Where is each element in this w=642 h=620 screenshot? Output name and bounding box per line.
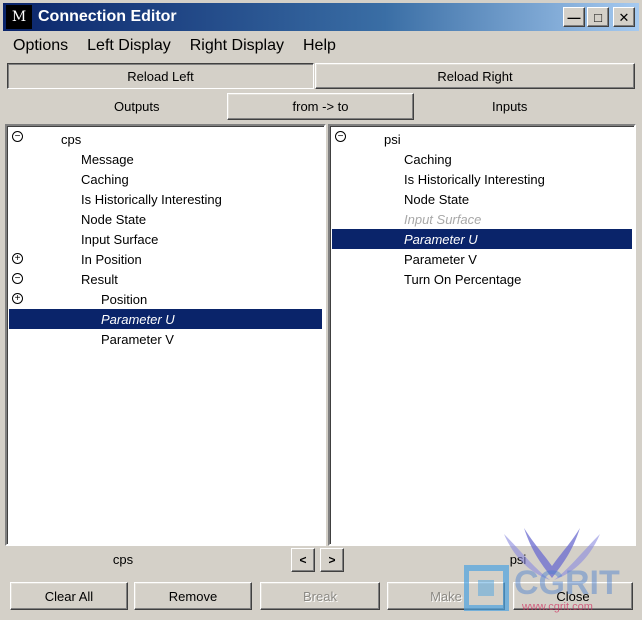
menu-right-display[interactable]: Right Display [180,37,293,55]
list-item-selected[interactable]: Parameter U [9,309,322,329]
list-item-node[interactable]: − psi [332,129,632,149]
watermark-url: www.cgrit.com [521,601,593,613]
list-item[interactable]: Is Historically Interesting [332,169,632,189]
list-item[interactable]: Turn On Percentage [332,269,632,289]
expand-icon[interactable]: + [12,253,23,264]
list-item-node[interactable]: − cps [9,129,322,149]
menu-options[interactable]: Options [3,37,77,55]
list-item[interactable]: Message [9,149,322,169]
list-item[interactable]: − Result [9,269,322,289]
collapse-icon[interactable]: − [12,273,23,284]
list-item[interactable]: Parameter V [332,249,632,269]
list-item[interactable]: Caching [9,169,322,189]
maximize-button[interactable]: □ [587,7,609,27]
list-item[interactable]: Node State [9,209,322,229]
inputs-list[interactable]: − psi Caching Is Historically Interestin… [328,124,636,546]
collapse-icon[interactable]: − [12,131,23,142]
reload-right-button[interactable]: Reload Right [315,63,635,89]
connection-editor-window: M Connection Editor — □ ✕ Options Left D… [0,0,642,620]
break-button[interactable]: Break [260,582,380,610]
remove-button[interactable]: Remove [134,582,252,610]
list-item[interactable]: Caching [332,149,632,169]
list-item[interactable]: Is Historically Interesting [9,189,322,209]
title-bar[interactable]: M Connection Editor — □ ✕ [3,3,639,31]
list-item[interactable]: Parameter V [9,329,322,349]
outputs-label: Outputs [114,99,160,114]
list-item[interactable]: + Position [9,289,322,309]
menu-bar: Options Left Display Right Display Help [3,33,345,59]
maya-icon: M [6,5,32,29]
menu-help[interactable]: Help [293,37,345,55]
collapse-icon[interactable]: − [335,131,346,142]
cgrit-watermark: CGRIT www.cgrit.com [463,522,636,614]
menu-left-display[interactable]: Left Display [77,37,180,55]
direction-button[interactable]: from -> to [227,93,414,120]
minimize-button[interactable]: — [563,7,585,27]
left-node-field: cps [112,551,134,567]
list-item-disabled[interactable]: Input Surface [332,209,632,229]
watermark-text: CGRIT [514,564,620,602]
window-controls: — □ ✕ [563,7,635,27]
wings-logo-icon: CGRIT www.cgrit.com [463,528,620,613]
close-window-button[interactable]: ✕ [613,7,635,27]
expand-icon[interactable]: + [12,293,23,304]
outputs-list[interactable]: − cps Message Caching Is Historically In… [5,124,326,546]
list-item[interactable]: + In Position [9,249,322,269]
list-item-selected[interactable]: Parameter U [332,229,632,249]
clear-all-button[interactable]: Clear All [10,582,128,610]
list-item[interactable]: Input Surface [9,229,322,249]
reload-left-button[interactable]: Reload Left [7,63,314,89]
previous-node-button[interactable]: < [291,548,315,572]
list-item[interactable]: Node State [332,189,632,209]
next-node-button[interactable]: > [320,548,344,572]
inputs-label: Inputs [492,99,528,114]
window-title: Connection Editor [38,8,177,25]
